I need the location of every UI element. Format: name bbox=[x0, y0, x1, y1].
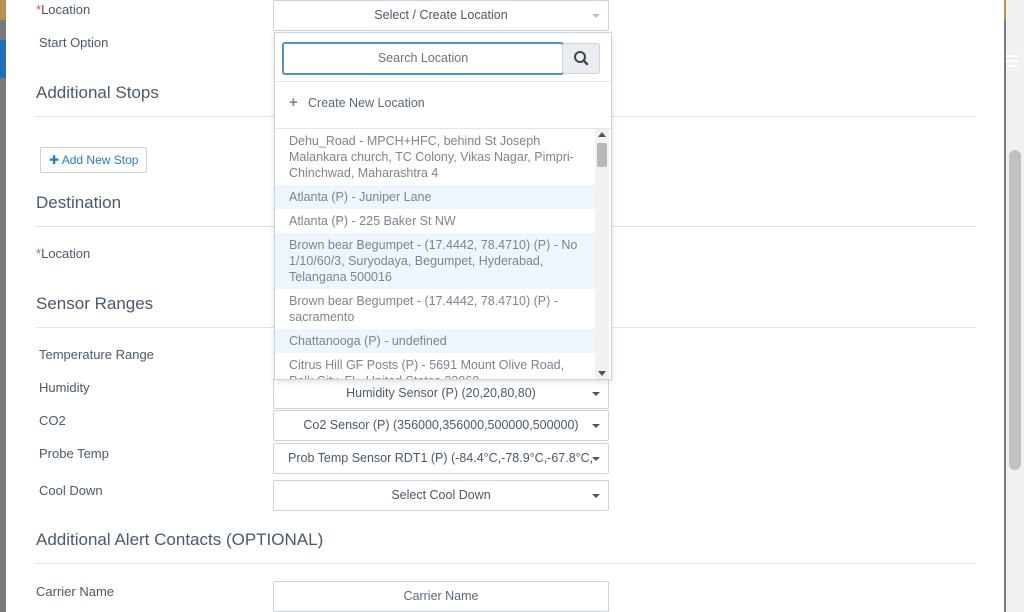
humidity-label: Humidity bbox=[39, 380, 90, 395]
search-icon bbox=[574, 51, 589, 66]
location-list: Dehu_Road - MPCH+HFC, behind St Joseph M… bbox=[275, 129, 595, 379]
location-dropdown: Search Location + Create New Location De… bbox=[274, 32, 612, 380]
list-item[interactable]: Citrus Hill GF Posts (P) - 5691 Mount Ol… bbox=[275, 353, 595, 379]
list-item[interactable]: Atlanta (P) - Juniper Lane bbox=[275, 185, 595, 209]
start-option-label: Start Option bbox=[39, 35, 109, 50]
create-shipment-modal: *Location Select / Create Location Start… bbox=[6, 0, 1004, 612]
scroll-thumb[interactable] bbox=[597, 143, 607, 167]
temperature-range-label: Temperature Range bbox=[39, 347, 154, 362]
co2-select[interactable]: Co2 Sensor (P) (356000,356000,500000,500… bbox=[273, 410, 609, 441]
search-button[interactable] bbox=[562, 43, 600, 74]
location-select[interactable]: Select / Create Location bbox=[273, 0, 609, 31]
carrier-name-input[interactable]: Carrier Name bbox=[273, 581, 609, 612]
list-scrollbar[interactable] bbox=[595, 129, 609, 379]
page-scroll-thumb[interactable] bbox=[1009, 150, 1021, 470]
list-item[interactable]: Dehu_Road - MPCH+HFC, behind St Joseph M… bbox=[275, 129, 595, 185]
scroll-down-icon[interactable] bbox=[598, 371, 606, 376]
add-new-stop-button[interactable]: ✚ Add New Stop bbox=[40, 147, 148, 173]
destination-location-label: *Location bbox=[36, 246, 91, 261]
scroll-up-icon[interactable] bbox=[598, 132, 606, 137]
location-label: *Location bbox=[36, 2, 91, 17]
sensor-ranges-heading: Sensor Ranges bbox=[36, 294, 154, 313]
chevron-down-icon bbox=[592, 14, 600, 18]
chevron-down-icon bbox=[592, 392, 600, 396]
list-item[interactable]: Chattanooga (P) - undefined bbox=[275, 329, 595, 353]
probe-temp-label: Probe Temp bbox=[39, 446, 109, 461]
alert-contacts-heading: Additional Alert Contacts (OPTIONAL) bbox=[36, 530, 324, 549]
create-new-location[interactable]: + Create New Location bbox=[275, 81, 611, 129]
co2-label: CO2 bbox=[39, 413, 66, 428]
cool-down-select[interactable]: Select Cool Down bbox=[273, 480, 609, 511]
list-item[interactable]: Brown bear Begumpet - (17.4442, 78.4710)… bbox=[275, 289, 595, 329]
probe-temp-select[interactable]: Prob Temp Sensor RDT1 (P) (-84.4°C,-78.9… bbox=[273, 443, 609, 474]
list-item[interactable]: Atlanta (P) - 225 Baker St NW bbox=[275, 209, 595, 233]
chevron-down-icon bbox=[592, 424, 600, 428]
additional-stops-heading: Additional Stops bbox=[36, 83, 159, 102]
divider bbox=[36, 563, 976, 564]
page-scrollbar[interactable] bbox=[1006, 0, 1024, 612]
list-item[interactable]: Brown bear Begumpet - (17.4442, 78.4710)… bbox=[275, 233, 595, 289]
cool-down-label: Cool Down bbox=[39, 483, 103, 498]
chevron-down-icon bbox=[592, 457, 600, 461]
plus-icon: + bbox=[289, 94, 298, 111]
plus-icon: ✚ bbox=[49, 153, 60, 167]
chevron-down-icon bbox=[592, 494, 600, 498]
carrier-name-label: Carrier Name bbox=[36, 584, 115, 599]
destination-heading: Destination bbox=[36, 193, 122, 212]
humidity-select[interactable]: Humidity Sensor (P) (20,20,80,80) bbox=[273, 378, 609, 409]
location-search-input[interactable]: Search Location bbox=[282, 42, 564, 75]
menu-icon bbox=[1006, 55, 1018, 70]
